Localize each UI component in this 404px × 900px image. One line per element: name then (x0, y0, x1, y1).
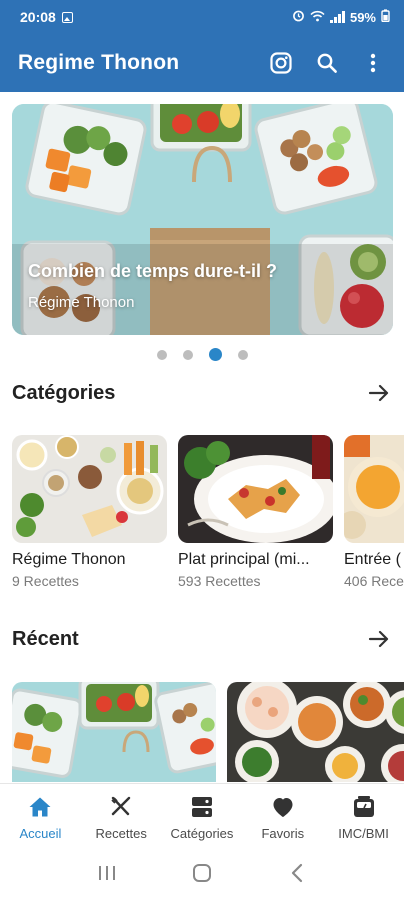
recent-title: Récent (12, 627, 79, 650)
photo-icon (61, 11, 73, 23)
categories-title: Catégories (12, 381, 116, 404)
app-actions (268, 50, 386, 76)
status-left: 20:08 (20, 9, 73, 25)
carousel-dot-active[interactable] (208, 348, 222, 361)
status-bar: 20:08 59% (0, 0, 404, 34)
nav-item-recettes[interactable]: Recettes (81, 784, 162, 845)
battery-icon (381, 9, 390, 25)
carousel-indicator (0, 348, 404, 361)
more-vert-icon[interactable] (360, 50, 386, 76)
recent-card[interactable] (12, 682, 216, 782)
status-time: 20:08 (20, 9, 56, 25)
nav-label: Recettes (95, 826, 147, 841)
categories-list: Régime Thonon 9 Recettes Plat principal … (12, 435, 404, 605)
nav-label: IMC/BMI (338, 826, 389, 841)
recent-header: Récent (12, 626, 392, 652)
recent-image (227, 682, 404, 782)
arrow-right-icon[interactable] (366, 380, 392, 406)
status-right: 59% (292, 9, 390, 25)
fork-knife-icon (108, 794, 134, 820)
category-card[interactable]: Entrée ( 406 Rece (344, 435, 404, 589)
recents-icon[interactable] (92, 858, 122, 888)
nav-label: Catégories (170, 826, 234, 841)
category-name: Régime Thonon (12, 551, 126, 568)
featured-carousel[interactable]: Combien de temps dure-t-il ? Régime Thon… (12, 104, 393, 335)
home-button-icon[interactable] (187, 858, 217, 888)
category-image (12, 435, 167, 543)
nav-item-favoris[interactable]: Favoris (242, 784, 323, 845)
battery-level: 59% (349, 9, 376, 25)
alarm-icon (292, 9, 305, 25)
app-title: Regime Thonon (18, 51, 180, 74)
category-image (344, 435, 404, 543)
nav-item-imc-bmi[interactable]: IMC/BMI (323, 784, 404, 845)
categories-header: Catégories (12, 380, 392, 406)
category-name: Plat principal (mi... (178, 551, 310, 568)
nav-item-accueil[interactable]: Accueil (0, 784, 81, 845)
system-navigation (0, 845, 404, 900)
recent-card[interactable] (227, 682, 404, 782)
category-image (178, 435, 333, 543)
category-count: 9 Recettes (12, 573, 79, 589)
category-card[interactable]: Régime Thonon 9 Recettes (12, 435, 167, 589)
wifi-icon (310, 10, 326, 25)
recent-list (12, 682, 404, 782)
nav-label: Favoris (261, 826, 305, 841)
category-card[interactable]: Plat principal (mi... 593 Recettes (178, 435, 333, 589)
app-bar: Regime Thonon (0, 34, 404, 92)
category-name: Entrée ( (344, 551, 401, 568)
recent-image (12, 682, 216, 782)
carousel-title: Combien de temps dure-t-il ? (28, 261, 278, 281)
home-icon (27, 794, 53, 820)
heart-icon (270, 794, 296, 820)
carousel-subtitle: Régime Thonon (28, 294, 135, 311)
arrow-right-icon[interactable] (366, 626, 392, 652)
back-icon[interactable] (282, 858, 312, 888)
nav-item-categories[interactable]: Catégories (162, 784, 243, 845)
scale-icon (351, 794, 377, 820)
carousel-dot[interactable] (237, 349, 248, 360)
search-icon[interactable] (314, 50, 340, 76)
category-count: 593 Recettes (178, 573, 261, 589)
carousel-dot[interactable] (182, 349, 193, 360)
categories-icon (189, 794, 215, 820)
bottom-navigation: Accueil Recettes Catégories Favoris IMC/… (0, 783, 404, 845)
instagram-icon[interactable] (268, 50, 294, 76)
carousel-dot[interactable] (156, 349, 167, 360)
signal-icon (330, 11, 345, 23)
nav-label: Accueil (19, 826, 62, 841)
category-count: 406 Rece (344, 573, 404, 589)
